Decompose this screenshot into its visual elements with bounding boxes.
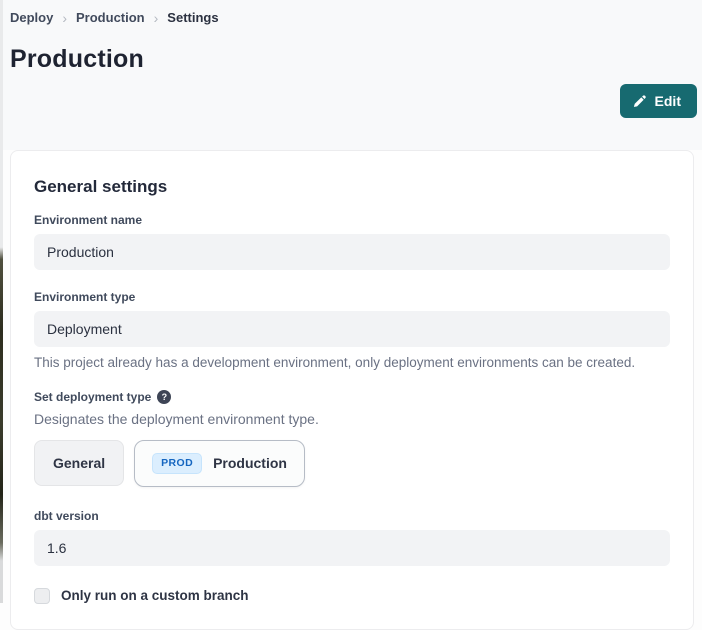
prod-badge: PROD: [152, 453, 202, 474]
deployment-type-label-row: Set deployment type ?: [34, 390, 670, 404]
deployment-type-field: Set deployment type ? Designates the dep…: [34, 390, 670, 487]
deployment-type-option-production[interactable]: PROD Production: [134, 440, 305, 487]
breadcrumb: Deploy › Production › Settings: [10, 0, 702, 25]
custom-branch-label: Only run on a custom branch: [61, 588, 249, 603]
breadcrumb-item-deploy[interactable]: Deploy: [10, 10, 53, 25]
deployment-type-option-general[interactable]: General: [34, 440, 124, 486]
edit-button-label: Edit: [655, 93, 681, 109]
environment-type-field: Environment type Deployment This project…: [34, 290, 670, 370]
custom-branch-row: Only run on a custom branch: [34, 588, 670, 604]
custom-branch-checkbox[interactable]: [34, 588, 50, 604]
help-icon[interactable]: ?: [157, 390, 171, 404]
deployment-type-option-production-label: Production: [213, 455, 287, 471]
page-title: Production: [10, 45, 702, 74]
deployment-type-label: Set deployment type: [34, 390, 151, 404]
environment-type-label: Environment type: [34, 290, 670, 304]
dbt-version-input[interactable]: 1.6: [34, 530, 670, 566]
dbt-version-label: dbt version: [34, 509, 670, 523]
environment-type-input[interactable]: Deployment: [34, 311, 670, 347]
left-edge-strip: [0, 0, 3, 603]
deployment-type-options: General PROD Production: [34, 440, 670, 487]
environment-name-input[interactable]: Production: [34, 234, 670, 270]
environment-name-field: Environment name Production: [34, 213, 670, 270]
breadcrumb-item-settings[interactable]: Settings: [167, 10, 218, 25]
pencil-icon: [633, 94, 647, 108]
section-title: General settings: [34, 177, 670, 197]
page-header: Deploy › Production › Settings Productio…: [0, 0, 702, 150]
chevron-right-icon: ›: [154, 11, 159, 25]
dbt-version-field: dbt version 1.6: [34, 509, 670, 566]
general-settings-card: General settings Environment name Produc…: [10, 150, 694, 630]
environment-type-helper-text: This project already has a development e…: [34, 355, 670, 370]
chevron-right-icon: ›: [62, 11, 67, 25]
deployment-type-option-general-label: General: [53, 455, 105, 471]
environment-name-label: Environment name: [34, 213, 670, 227]
deployment-type-description: Designates the deployment environment ty…: [34, 411, 670, 427]
edit-button[interactable]: Edit: [620, 84, 697, 118]
breadcrumb-item-production[interactable]: Production: [76, 10, 145, 25]
